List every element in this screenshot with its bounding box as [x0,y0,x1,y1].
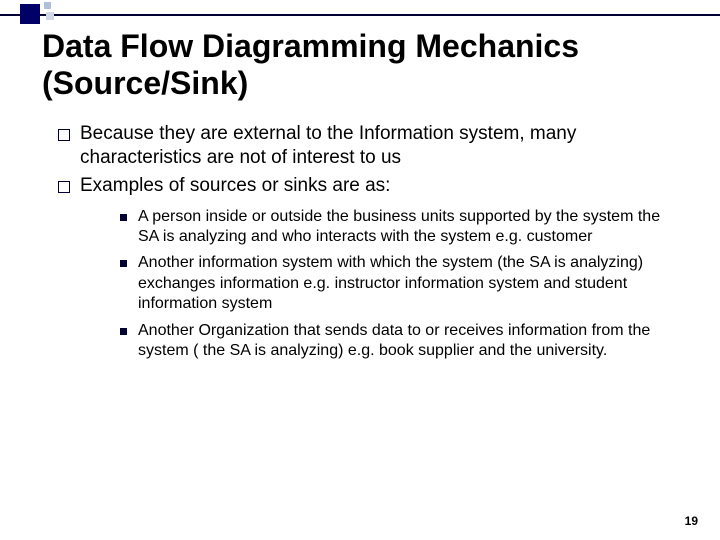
bullet-item: Examples of sources or sinks are as: A p… [58,174,678,362]
slide-title: Data Flow Diagramming Mechanics (Source/… [42,28,678,102]
sub-bullet-item: Another information system with which th… [120,253,678,314]
bullet-list-level2: A person inside or outside the business … [80,207,678,362]
slide-content: Data Flow Diagramming Mechanics (Source/… [0,0,720,362]
sub-bullet-text: Another Organization that sends data to … [138,322,650,359]
decoration-square-small-1 [44,2,51,9]
bullet-text: Examples of sources or sinks are as: [80,175,390,196]
slide-header-decoration [0,0,720,28]
decoration-square-large [20,4,40,24]
sub-bullet-item: A person inside or outside the business … [120,207,678,248]
decoration-square-small-2 [46,12,54,20]
page-number: 19 [685,514,698,528]
bullet-text: Because they are external to the Informa… [80,123,576,168]
bullet-list-level1: Because they are external to the Informa… [42,122,678,362]
bullet-item: Because they are external to the Informa… [58,122,678,171]
decoration-line [0,14,720,16]
sub-bullet-item: Another Organization that sends data to … [120,321,678,362]
sub-bullet-text: A person inside or outside the business … [138,208,660,245]
sub-bullet-text: Another information system with which th… [138,254,643,312]
